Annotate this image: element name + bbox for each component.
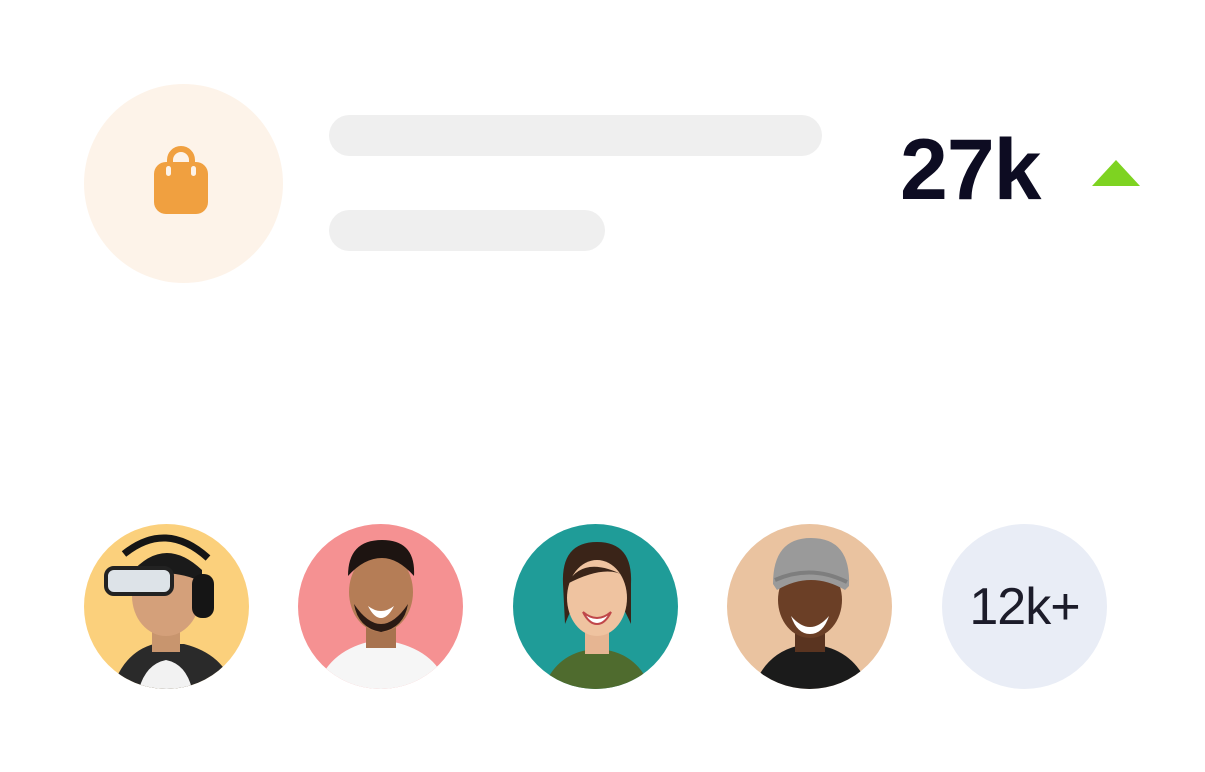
avatar-smiling-man[interactable] [298,524,463,689]
avatar-smiling-woman[interactable] [513,524,678,689]
avatar-beanie-man[interactable] [727,524,892,689]
shopping-bag-icon [154,146,208,214]
stat-card: 27k 12k+ [0,0,1205,772]
stat-value: 27k [900,122,1041,218]
subtitle-placeholder-bar [329,210,605,251]
trend-up-icon [1092,160,1140,186]
avatar-headphones-man[interactable] [84,524,249,689]
more-users-badge[interactable]: 12k+ [942,524,1107,689]
title-placeholder-bar [329,115,822,156]
